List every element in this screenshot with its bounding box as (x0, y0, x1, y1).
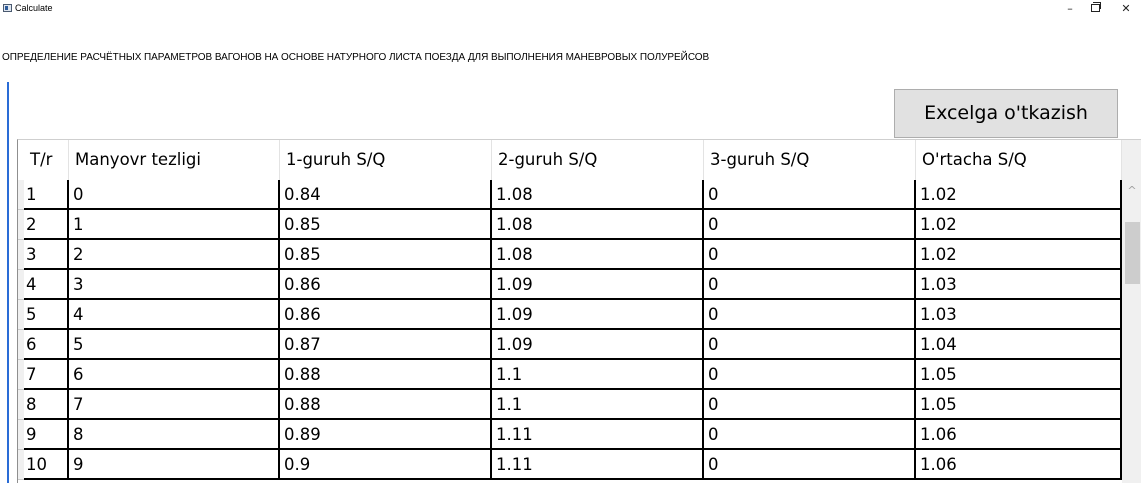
page-heading: ОПРЕДЕЛЕНИЕ РАСЧЁТНЫХ ПАРАМЕТРОВ ВАГОНОВ… (2, 52, 710, 63)
cell-col-speed[interactable]: 5 (69, 330, 280, 360)
cell-col-average[interactable]: 1.05 (916, 390, 1122, 420)
cell-col-group2[interactable]: 1.09 (492, 300, 704, 330)
cell-col-tr[interactable]: 8 (24, 390, 69, 420)
cell-col-speed[interactable]: 1 (69, 210, 280, 240)
cell-col-group2[interactable]: 1.1 (492, 360, 704, 390)
maximize-button[interactable] (1082, 0, 1110, 20)
window-title: Calculate (15, 3, 53, 13)
header-col-group1[interactable]: 1-guruh S/Q (280, 140, 492, 180)
table-row[interactable]: 1 0 0.84 1.08 0 1.02 (18, 180, 1122, 210)
cell-col-average[interactable]: 1.03 (916, 300, 1122, 330)
cell-col-average[interactable]: 1.02 (916, 180, 1122, 210)
data-grid[interactable]: T/r Manyovr tezligi 1-guruh S/Q 2-guruh S/Q… (17, 139, 1141, 483)
cell-col-group2[interactable]: 1.11 (492, 450, 704, 480)
header-col-average[interactable]: O'rtacha S/Q (916, 140, 1122, 180)
cell-col-group2[interactable]: 1.1 (492, 390, 704, 420)
cell-col-tr[interactable]: 10 (24, 450, 69, 480)
cell-col-group3[interactable]: 0 (704, 210, 916, 240)
cell-col-group2[interactable]: 1.08 (492, 210, 704, 240)
cell-col-average[interactable]: 1.04 (916, 330, 1122, 360)
cell-col-group1[interactable]: 0.87 (280, 330, 492, 360)
cell-col-tr[interactable]: 1 (24, 180, 69, 210)
grid-header-row: T/r Manyovr tezligi 1-guruh S/Q 2-guruh S/Q… (18, 140, 1141, 180)
cell-col-average[interactable]: 1.06 (916, 450, 1122, 480)
cell-col-group3[interactable]: 0 (704, 300, 916, 330)
cell-col-tr[interactable]: 2 (24, 210, 69, 240)
cell-col-average[interactable]: 1.02 (916, 210, 1122, 240)
cell-col-group1[interactable]: 0.85 (280, 210, 492, 240)
table-row[interactable]: 10 9 0.9 1.11 0 1.06 (18, 450, 1122, 480)
cell-col-group3[interactable]: 0 (704, 330, 916, 360)
cell-col-group2[interactable]: 1.09 (492, 330, 704, 360)
cell-col-group1[interactable]: 0.84 (280, 180, 492, 210)
cell-col-tr[interactable]: 9 (24, 420, 69, 450)
cell-col-group1[interactable]: 0.85 (280, 240, 492, 270)
cell-col-speed[interactable]: 6 (69, 360, 280, 390)
cell-col-group2[interactable]: 1.09 (492, 270, 704, 300)
cell-col-average[interactable]: 1.03 (916, 270, 1122, 300)
close-button[interactable]: ✕ (1112, 0, 1140, 20)
header-corner (1122, 140, 1141, 180)
table-row[interactable]: 8 7 0.88 1.1 0 1.05 (18, 390, 1122, 420)
scroll-thumb[interactable] (1125, 222, 1140, 284)
cell-col-group1[interactable]: 0.86 (280, 270, 492, 300)
restore-icon (1091, 2, 1101, 12)
cell-col-group2[interactable]: 1.08 (492, 240, 704, 270)
cell-col-speed[interactable]: 8 (69, 420, 280, 450)
cell-col-speed[interactable]: 2 (69, 240, 280, 270)
cell-col-speed[interactable]: 9 (69, 450, 280, 480)
left-accent-line (7, 82, 9, 483)
cell-col-average[interactable]: 1.02 (916, 240, 1122, 270)
cell-col-group3[interactable]: 0 (704, 180, 916, 210)
cell-col-tr[interactable]: 6 (24, 330, 69, 360)
cell-col-group3[interactable]: 0 (704, 390, 916, 420)
table-row[interactable]: 3 2 0.85 1.08 0 1.02 (18, 240, 1122, 270)
cell-col-tr[interactable]: 4 (24, 270, 69, 300)
header-col-group2[interactable]: 2-guruh S/Q (492, 140, 704, 180)
cell-col-speed[interactable]: 7 (69, 390, 280, 420)
cell-col-speed[interactable]: 3 (69, 270, 280, 300)
table-row[interactable]: 9 8 0.89 1.11 0 1.06 (18, 420, 1122, 450)
table-row[interactable]: 5 4 0.86 1.09 0 1.03 (18, 300, 1122, 330)
cell-col-tr[interactable]: 5 (24, 300, 69, 330)
cell-col-group2[interactable]: 1.08 (492, 180, 704, 210)
cell-col-group3[interactable]: 0 (704, 420, 916, 450)
cell-col-average[interactable]: 1.05 (916, 360, 1122, 390)
cell-col-group1[interactable]: 0.88 (280, 360, 492, 390)
cell-col-speed[interactable]: 4 (69, 300, 280, 330)
vertical-scrollbar[interactable]: ^ (1122, 180, 1141, 483)
minimize-button[interactable]: – (1056, 0, 1084, 20)
cell-col-group3[interactable]: 0 (704, 240, 916, 270)
title-bar: Calculate – ✕ (0, 0, 1141, 22)
scroll-up-button[interactable]: ^ (1122, 180, 1141, 202)
cell-col-group1[interactable]: 0.9 (280, 450, 492, 480)
table-row[interactable]: 6 5 0.87 1.09 0 1.04 (18, 330, 1122, 360)
cell-col-speed[interactable]: 0 (69, 180, 280, 210)
cell-col-group1[interactable]: 0.89 (280, 420, 492, 450)
export-to-excel-button[interactable]: Excelga o'tkazish (894, 89, 1118, 138)
cell-col-group1[interactable]: 0.88 (280, 390, 492, 420)
cell-col-group2[interactable]: 1.11 (492, 420, 704, 450)
cell-col-group3[interactable]: 0 (704, 360, 916, 390)
table-row[interactable]: 4 3 0.86 1.09 0 1.03 (18, 270, 1122, 300)
table-row[interactable]: 7 6 0.88 1.1 0 1.05 (18, 360, 1122, 390)
cell-col-tr[interactable]: 7 (24, 360, 69, 390)
header-col-speed[interactable]: Manyovr tezligi (69, 140, 280, 180)
cell-col-average[interactable]: 1.06 (916, 420, 1122, 450)
cell-col-group3[interactable]: 0 (704, 450, 916, 480)
app-window-icon (3, 4, 12, 12)
header-col-tr[interactable]: T/r (24, 140, 69, 180)
table-row[interactable]: 2 1 0.85 1.08 0 1.02 (18, 210, 1122, 240)
header-col-group3[interactable]: 3-guruh S/Q (704, 140, 916, 180)
cell-col-group1[interactable]: 0.86 (280, 300, 492, 330)
cell-col-group3[interactable]: 0 (704, 270, 916, 300)
cell-col-tr[interactable]: 3 (24, 240, 69, 270)
